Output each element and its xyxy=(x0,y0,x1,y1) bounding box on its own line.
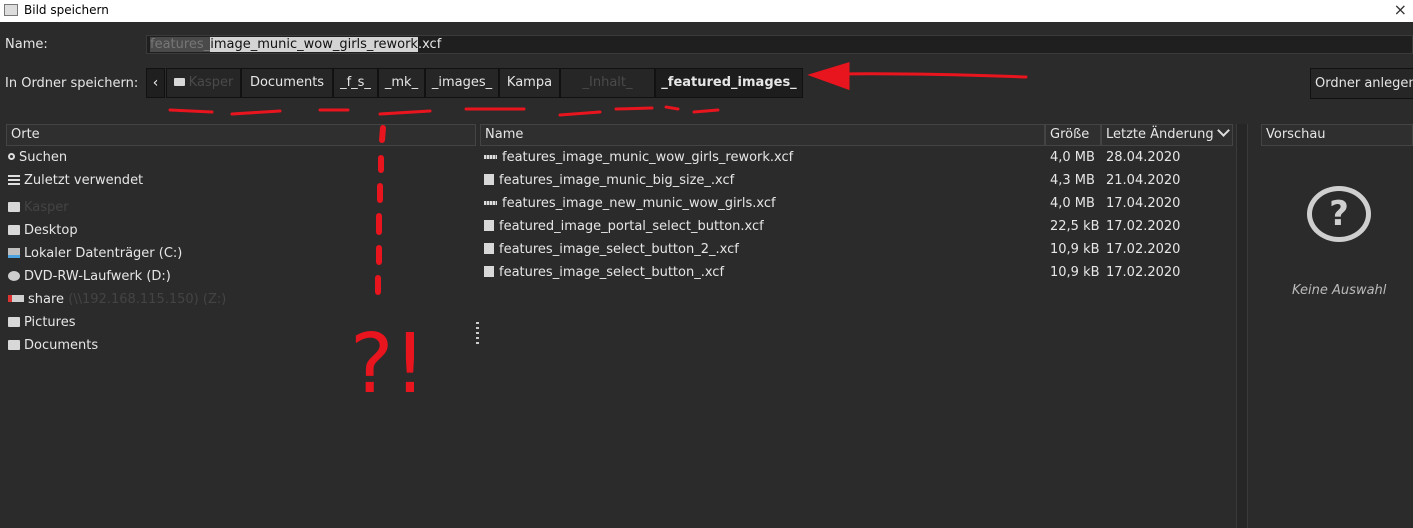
preview-header: Vorschau xyxy=(1261,124,1413,146)
table-row[interactable]: features_image_new_munic_wow_girls.xcf 4… xyxy=(480,192,1233,215)
file-date: 17.04.2020 xyxy=(1106,196,1181,211)
place-label: DVD-RW-Laufwerk (D:) xyxy=(24,269,171,284)
folder-icon xyxy=(8,201,20,212)
place-label: Pictures xyxy=(24,315,76,330)
place-home[interactable]: Kasper xyxy=(6,197,69,219)
filename-extension: .xcf xyxy=(417,37,442,52)
question-icon: ? xyxy=(1307,186,1371,242)
place-desktop[interactable]: Desktop xyxy=(6,220,78,242)
column-header-name[interactable]: Name xyxy=(480,124,1045,146)
folder-icon xyxy=(8,339,20,350)
file-name: features_image_munic_wow_girls_rework.xc… xyxy=(502,150,794,165)
file-name: features_image_new_munic_wow_girls.xcf xyxy=(502,196,776,211)
filename-selected-part: image_munic_wow_girls_rework xyxy=(210,37,418,52)
close-icon[interactable]: × xyxy=(1394,0,1407,19)
column-header-date[interactable]: Letzte Änderung xyxy=(1101,124,1233,146)
name-label: Name: xyxy=(5,37,48,52)
title-bar: Bild speichern × xyxy=(0,0,1413,22)
app-icon xyxy=(4,4,18,16)
file-date: 17.02.2020 xyxy=(1106,265,1181,280)
pane-resize-handle[interactable] xyxy=(476,322,479,344)
place-pictures[interactable]: Pictures xyxy=(6,312,75,334)
folder-icon xyxy=(8,316,20,327)
crumb-fs[interactable]: _f_s_ xyxy=(333,68,378,98)
path-back-button[interactable]: ‹ xyxy=(146,68,165,98)
place-label: share xyxy=(28,292,65,307)
place-label: Suchen xyxy=(19,150,68,165)
search-icon xyxy=(8,153,15,160)
arrow-shaft xyxy=(828,72,1028,79)
place-label: Lokaler Datenträger (C:) xyxy=(24,246,183,261)
file-thumb-icon xyxy=(484,200,497,205)
file-date: 17.02.2020 xyxy=(1106,242,1181,257)
file-name: features_image_munic_big_size_.xcf xyxy=(499,173,735,188)
file-size: 4,0 MB xyxy=(1050,196,1095,211)
dvd-icon xyxy=(8,270,20,281)
table-row[interactable]: featured_image_portal_select_button.xcf … xyxy=(480,215,1233,238)
crumb-inhalt[interactable]: _Inhalt_ xyxy=(560,68,655,98)
share-icon xyxy=(8,295,24,302)
place-label: Zuletzt verwendet xyxy=(24,173,144,188)
file-size: 10,9 kB xyxy=(1050,265,1100,280)
place-search[interactable]: Suchen xyxy=(6,147,67,169)
file-size: 22,5 kB xyxy=(1050,219,1100,234)
folder-icon xyxy=(8,224,20,235)
folder-icon xyxy=(173,77,185,86)
crumb-documents[interactable]: Documents xyxy=(241,68,333,98)
file-thumb-icon xyxy=(484,154,497,159)
place-recent[interactable]: Zuletzt verwendet xyxy=(6,170,143,192)
arrow-head xyxy=(807,61,850,91)
file-size: 4,3 MB xyxy=(1050,173,1095,188)
place-label: Kasper xyxy=(24,200,69,215)
arrow-annotation xyxy=(807,61,1028,91)
file-name: featured_image_portal_select_button.xcf xyxy=(499,219,764,234)
place-suffix: (\\192.168.115.150) (Z:) xyxy=(68,292,227,307)
crumb-featured-images[interactable]: _featured_images_ xyxy=(655,68,803,98)
file-date: 21.04.2020 xyxy=(1106,173,1181,188)
file-date: 28.04.2020 xyxy=(1106,150,1181,165)
chevron-down-icon xyxy=(1216,124,1230,137)
place-label: Documents xyxy=(24,338,99,353)
column-header-date-label: Letzte Änderung xyxy=(1106,127,1214,142)
places-header[interactable]: Orte xyxy=(6,124,476,146)
place-dvd-d[interactable]: DVD-RW-Laufwerk (D:) xyxy=(6,266,171,288)
file-size: 10,9 kB xyxy=(1050,242,1100,257)
table-row[interactable]: features_image_select_button_2_.xcf 10,9… xyxy=(480,238,1233,261)
place-share-z[interactable]: share (\\192.168.115.150) (Z:) xyxy=(6,289,226,311)
create-folder-button[interactable]: Ordner anlegen xyxy=(1310,68,1413,99)
table-row[interactable]: features_image_munic_wow_girls_rework.xc… xyxy=(480,146,1233,169)
place-documents[interactable]: Documents xyxy=(6,335,98,357)
file-icon xyxy=(484,266,494,277)
window-title: Bild speichern xyxy=(24,3,109,17)
file-list-scrollbar[interactable] xyxy=(1236,124,1248,528)
recent-icon xyxy=(8,174,20,185)
preview-empty-text: Keine Auswahl xyxy=(1292,283,1387,298)
places-panel: Suchen Zuletzt verwendet Kasper Desktop … xyxy=(6,146,476,528)
place-label: Desktop xyxy=(24,223,78,238)
file-name: features_image_select_button_2_.xcf xyxy=(499,242,739,257)
crumb-label: Kasper xyxy=(188,75,234,90)
file-name: features_image_select_button_.xcf xyxy=(499,265,725,280)
file-icon xyxy=(484,220,494,231)
file-icon xyxy=(484,243,494,254)
file-icon xyxy=(484,174,494,185)
table-row[interactable]: features_image_munic_big_size_.xcf 4,3 M… xyxy=(480,169,1233,192)
file-size: 4,0 MB xyxy=(1050,150,1095,165)
underline-annotation xyxy=(168,105,720,117)
crumb-images[interactable]: _images_ xyxy=(425,68,499,98)
folder-label: In Ordner speichern: xyxy=(5,76,139,91)
filename-input[interactable]: features_image_munic_wow_girls_rework.xc… xyxy=(146,35,1413,54)
drive-icon xyxy=(8,247,20,258)
file-list: features_image_munic_wow_girls_rework.xc… xyxy=(480,146,1233,528)
crumb-mk[interactable]: _mk_ xyxy=(378,68,425,98)
place-drive-c[interactable]: Lokaler Datenträger (C:) xyxy=(6,243,182,265)
file-date: 17.02.2020 xyxy=(1106,219,1181,234)
crumb-home[interactable]: Kasper xyxy=(166,68,241,98)
column-header-size[interactable]: Größe xyxy=(1045,124,1101,146)
table-row[interactable]: features_image_select_button_.xcf 10,9 k… xyxy=(480,261,1233,284)
crumb-kampa[interactable]: Kampa xyxy=(499,68,560,98)
filename-dim-part: features_ xyxy=(150,37,211,52)
